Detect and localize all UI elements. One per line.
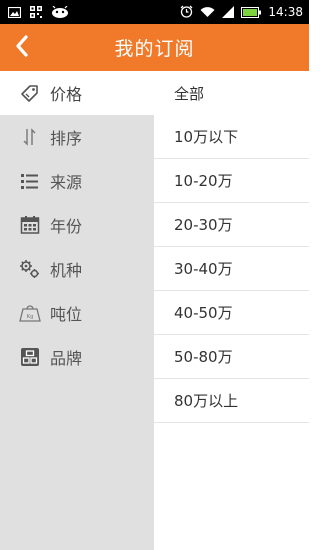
sidebar-item-label: 排序 [50, 129, 83, 148]
sidebar-item-tonnage[interactable]: Kg 吨位 [0, 291, 154, 335]
price-option-list: 全部 10万以下 10-20万 20-30万 30-40万 40-50万 50-… [154, 71, 309, 550]
sidebar-item-price[interactable]: 价格 [0, 71, 154, 115]
list-icon [19, 170, 41, 192]
price-tag-icon [19, 82, 41, 104]
status-time: 14:38 [268, 5, 303, 19]
wifi-icon [200, 3, 215, 22]
list-item[interactable]: 全部 [154, 71, 309, 115]
qr-code-icon [30, 3, 42, 22]
status-bar-right: 14:38 [180, 3, 303, 22]
weight-icon: Kg [19, 302, 41, 324]
sidebar-item-sort[interactable]: 排序 [0, 115, 154, 159]
gears-icon [19, 258, 41, 280]
brand-icon [19, 346, 41, 368]
list-item[interactable]: 80万以上 [154, 379, 309, 423]
chevron-left-icon [15, 34, 29, 61]
svg-text:Kg: Kg [26, 314, 33, 320]
sidebar-item-label: 价格 [50, 85, 83, 104]
header-bar: 我的订阅 [0, 24, 309, 71]
list-item[interactable]: 40-50万 [154, 291, 309, 335]
sidebar-item-source[interactable]: 来源 [0, 159, 154, 203]
signal-icon [222, 3, 235, 22]
sort-icon [19, 126, 41, 148]
sidebar-item-brand[interactable]: 品牌 [0, 335, 154, 379]
sidebar-item-label: 吨位 [50, 305, 83, 324]
battery-icon [241, 3, 262, 22]
status-bar: 14:38 [0, 0, 309, 24]
sidebar-item-label: 机种 [50, 261, 83, 280]
status-bar-left [7, 3, 69, 22]
category-sidebar: 价格 排序 来源 年份 机种 Kg 吨位 品牌 [0, 71, 154, 550]
alarm-icon [180, 3, 193, 22]
list-item[interactable]: 10万以下 [154, 115, 309, 159]
image-icon [7, 3, 22, 22]
list-item[interactable]: 10-20万 [154, 159, 309, 203]
sidebar-item-model[interactable]: 机种 [0, 247, 154, 291]
page-title: 我的订阅 [114, 38, 195, 60]
list-item[interactable]: 30-40万 [154, 247, 309, 291]
android-robot-icon [51, 3, 69, 22]
sidebar-item-label: 品牌 [50, 349, 83, 368]
calendar-icon [19, 214, 41, 236]
list-item[interactable]: 50-80万 [154, 335, 309, 379]
list-item[interactable]: 20-30万 [154, 203, 309, 247]
sidebar-item-year[interactable]: 年份 [0, 203, 154, 247]
back-button[interactable] [4, 24, 40, 71]
sidebar-item-label: 年份 [50, 217, 83, 236]
sidebar-item-label: 来源 [50, 173, 83, 192]
